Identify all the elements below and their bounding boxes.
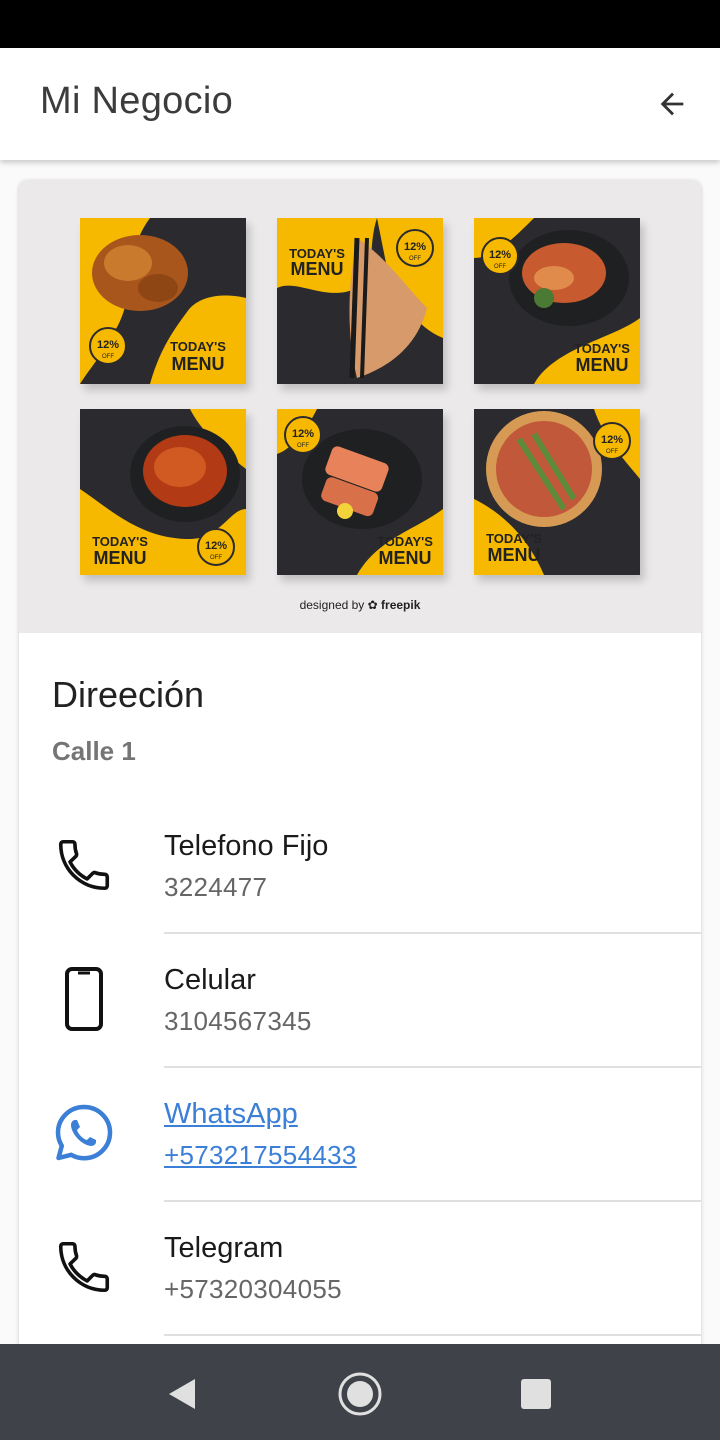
nav-back-button[interactable]	[154, 1366, 210, 1422]
address-value: Calle 1	[52, 736, 136, 766]
svg-text:OFF: OFF	[210, 555, 222, 561]
tile-badge: 12%	[292, 428, 314, 440]
tile-badge: 12%	[489, 249, 511, 261]
freepik-logo-icon: ✿	[367, 598, 378, 612]
menu-tile-6: 12% OFF TODAY'S MENU	[474, 409, 640, 575]
image-credit: designed by ✿ freepik	[299, 598, 421, 612]
phone-icon	[49, 1232, 119, 1302]
system-nav-bar	[0, 1344, 720, 1440]
tile-badge: 12%	[601, 434, 623, 446]
svg-text:OFF: OFF	[606, 449, 618, 455]
nav-recents-button[interactable]	[508, 1366, 564, 1422]
whatsapp-icon	[49, 1098, 119, 1168]
tile-heading: TODAY'S	[486, 531, 542, 546]
svg-text:OFF: OFF	[494, 264, 506, 270]
tile-heading: TODAY'S	[92, 534, 148, 549]
nav-home-button[interactable]	[332, 1366, 388, 1422]
contact-row-whatsapp[interactable]: WhatsApp +573217554433	[19, 1068, 701, 1202]
triangle-back-icon	[169, 1379, 195, 1409]
svg-text:OFF: OFF	[409, 256, 421, 262]
tile-badge: 12%	[97, 339, 119, 351]
content-area: 12% OFF TODAY'S MENU 12% OFF TODAY'S MEN…	[0, 160, 720, 1344]
square-recents-icon	[521, 1379, 551, 1409]
tile-subheading: MENU	[576, 355, 629, 375]
contact-title: Telegram	[164, 1232, 284, 1264]
contact-value: 3104567345	[164, 1006, 312, 1036]
whatsapp-number-link[interactable]: +573217554433	[164, 1140, 357, 1171]
contact-title: Telefono Fijo	[164, 830, 329, 862]
page-title: Mi Negocio	[40, 80, 234, 122]
menu-tile-4: 12% OFF TODAY'S MENU	[80, 409, 246, 575]
smartphone-icon	[49, 964, 119, 1034]
tile-subheading: MENU	[379, 548, 432, 568]
contact-row-mobile[interactable]: Celular 3104567345	[19, 934, 701, 1068]
tile-heading: TODAY'S	[574, 341, 630, 356]
tile-subheading: MENU	[488, 545, 541, 565]
menu-tile-5: 12% OFF TODAY'S MENU	[277, 409, 443, 575]
circle-home-icon	[338, 1372, 382, 1416]
tile-subheading: MENU	[172, 354, 225, 374]
svg-text:OFF: OFF	[102, 354, 114, 360]
tile-badge: 12%	[205, 540, 227, 552]
tile-badge: 12%	[404, 241, 426, 253]
menu-tile-1: 12% OFF TODAY'S MENU	[80, 218, 246, 384]
divider	[164, 1334, 701, 1336]
menu-tile-3: 12% OFF TODAY'S MENU	[474, 218, 640, 384]
menu-banner-image: 12% OFF TODAY'S MENU 12% OFF TODAY'S MEN…	[19, 180, 701, 633]
tile-heading: TODAY'S	[170, 339, 226, 354]
tile-heading: TODAY'S	[377, 534, 433, 549]
svg-text:OFF: OFF	[297, 443, 309, 449]
whatsapp-link[interactable]: WhatsApp	[164, 1098, 298, 1131]
business-card: 12% OFF TODAY'S MENU 12% OFF TODAY'S MEN…	[19, 180, 701, 1344]
contact-value: +57320304055	[164, 1274, 342, 1304]
app-bar: Mi Negocio	[0, 48, 720, 160]
back-button[interactable]	[646, 78, 698, 130]
phone-icon	[49, 830, 119, 900]
menu-tile-2: 12% OFF TODAY'S MENU	[277, 218, 443, 384]
arrow-back-icon	[660, 92, 684, 116]
contact-title: Celular	[164, 964, 256, 996]
contact-row-landline[interactable]: Telefono Fijo 3224477	[19, 800, 701, 934]
tile-subheading: MENU	[291, 259, 344, 279]
address-title: Direeción	[52, 674, 205, 715]
status-bar	[0, 0, 720, 48]
contact-value: 3224477	[164, 872, 268, 902]
tile-subheading: MENU	[94, 548, 147, 568]
contact-row-telegram[interactable]: Telegram +57320304055	[19, 1202, 701, 1336]
